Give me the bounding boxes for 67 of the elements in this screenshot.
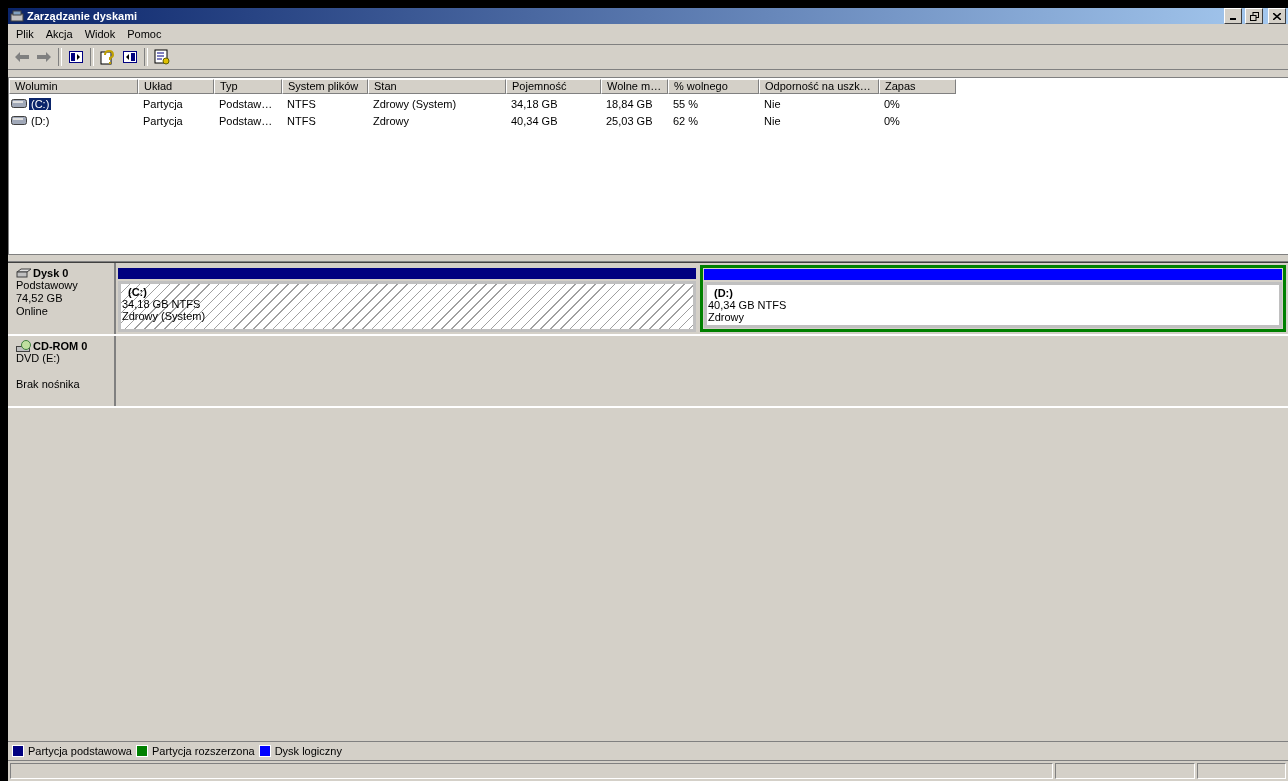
window-title: Zarządzanie dyskami: [27, 10, 139, 22]
drive-icon: [11, 99, 27, 108]
table-cell-text: (D:): [30, 114, 51, 127]
table-cell: 25,03 GB: [606, 114, 653, 127]
disk-info-text: DVD (E:): [16, 352, 61, 365]
table-cell: (C:): [29, 97, 52, 110]
media-status-text: Brak nośnika: [16, 378, 80, 390]
volume-row[interactable]: (D:) Partycja Podstaw… NTFS Zdrowy 40,34 GB 25,03 GB 62 % Nie 0%: [9, 112, 1288, 129]
legend-label: Partycja podstawowa: [28, 745, 132, 757]
column-header[interactable]: System plików: [282, 79, 368, 94]
table-cell: Podstaw…: [219, 114, 273, 127]
column-header[interactable]: Stan: [368, 79, 506, 94]
drive-icon: [11, 116, 27, 125]
menu-item[interactable]: Plik: [10, 28, 40, 40]
menu-item[interactable]: Pomoc: [121, 28, 168, 40]
column-header[interactable]: Odporność na uszk…: [759, 79, 879, 94]
disk-info-text: 74,52 GB: [16, 292, 64, 305]
column-header[interactable]: Typ: [214, 79, 282, 94]
disk-management-icon: [10, 10, 24, 22]
restore-icon: [1249, 11, 1259, 21]
partition-size: 34,18 GB NTFS: [122, 298, 201, 310]
partition-block[interactable]: (C:) 34,18 GB NTFS Zdrowy (System): [118, 265, 696, 332]
partition-label: (C:): [127, 286, 147, 298]
column-header[interactable]: Zapas: [879, 79, 956, 94]
table-cell: 18,84 GB: [606, 97, 653, 110]
minimize-button[interactable]: [1224, 8, 1242, 24]
partition-status: Zdrowy (System): [122, 310, 206, 322]
legend-label: Partycja rozszerzona: [151, 745, 255, 757]
table-cell: Podstaw…: [219, 97, 273, 110]
column-header[interactable]: Wolne m…: [601, 79, 668, 94]
table-cell: Nie: [764, 97, 781, 110]
close-button[interactable]: [1268, 8, 1286, 24]
disk-name: CD-ROM 0: [33, 340, 88, 352]
disk-info-text: Podstawowy: [16, 279, 79, 292]
column-header[interactable]: Układ: [138, 79, 214, 94]
partition-area[interactable]: (D:) 40,34 GB NTFS Zdrowy: [704, 282, 1282, 328]
menu-item[interactable]: Akcja: [39, 28, 79, 40]
column-header[interactable]: Wolumin: [9, 79, 138, 94]
menu-item[interactable]: Widok: [78, 28, 122, 40]
table-cell: NTFS: [287, 97, 316, 110]
table-cell: NTFS: [287, 114, 316, 127]
partition-status: Zdrowy: [708, 311, 745, 323]
table-cell: Partycja: [143, 97, 183, 110]
legend-label: Dysk logiczny: [274, 745, 342, 757]
table-cell: Zdrowy (System): [373, 97, 457, 110]
table-cell: 0%: [884, 114, 900, 127]
disk-name: Dysk 0: [33, 267, 69, 279]
column-header[interactable]: Pojemność: [506, 79, 601, 94]
table-cell: 34,18 GB: [511, 97, 558, 110]
hard-disk-icon: [16, 268, 32, 278]
restore-button[interactable]: [1245, 8, 1263, 24]
cd-drive-icon: [16, 340, 32, 352]
table-cell: Zdrowy: [373, 114, 410, 127]
volume-row[interactable]: (C:) Partycja Podstaw… NTFS Zdrowy (System) 34,18 GB 18,84 GB 55 % Nie 0%: [9, 95, 1288, 112]
partition-size: 40,34 GB NTFS: [708, 299, 787, 311]
table-cell: Partycja: [143, 114, 183, 127]
table-cell: 55 %: [673, 97, 699, 110]
disk-info-text: Online: [16, 305, 49, 318]
close-icon: [1273, 12, 1281, 20]
extended-partition-frame[interactable]: (D:) 40,34 GB NTFS Zdrowy: [700, 265, 1286, 332]
table-cell: 0%: [884, 97, 900, 110]
column-header[interactable]: % wolnego: [668, 79, 759, 94]
table-cell: 62 %: [673, 114, 699, 127]
table-cell: 40,34 GB: [511, 114, 558, 127]
partition-area[interactable]: (C:) 34,18 GB NTFS Zdrowy (System): [118, 281, 696, 332]
partition-label: (D:): [713, 287, 733, 299]
table-cell: Nie: [764, 114, 781, 127]
